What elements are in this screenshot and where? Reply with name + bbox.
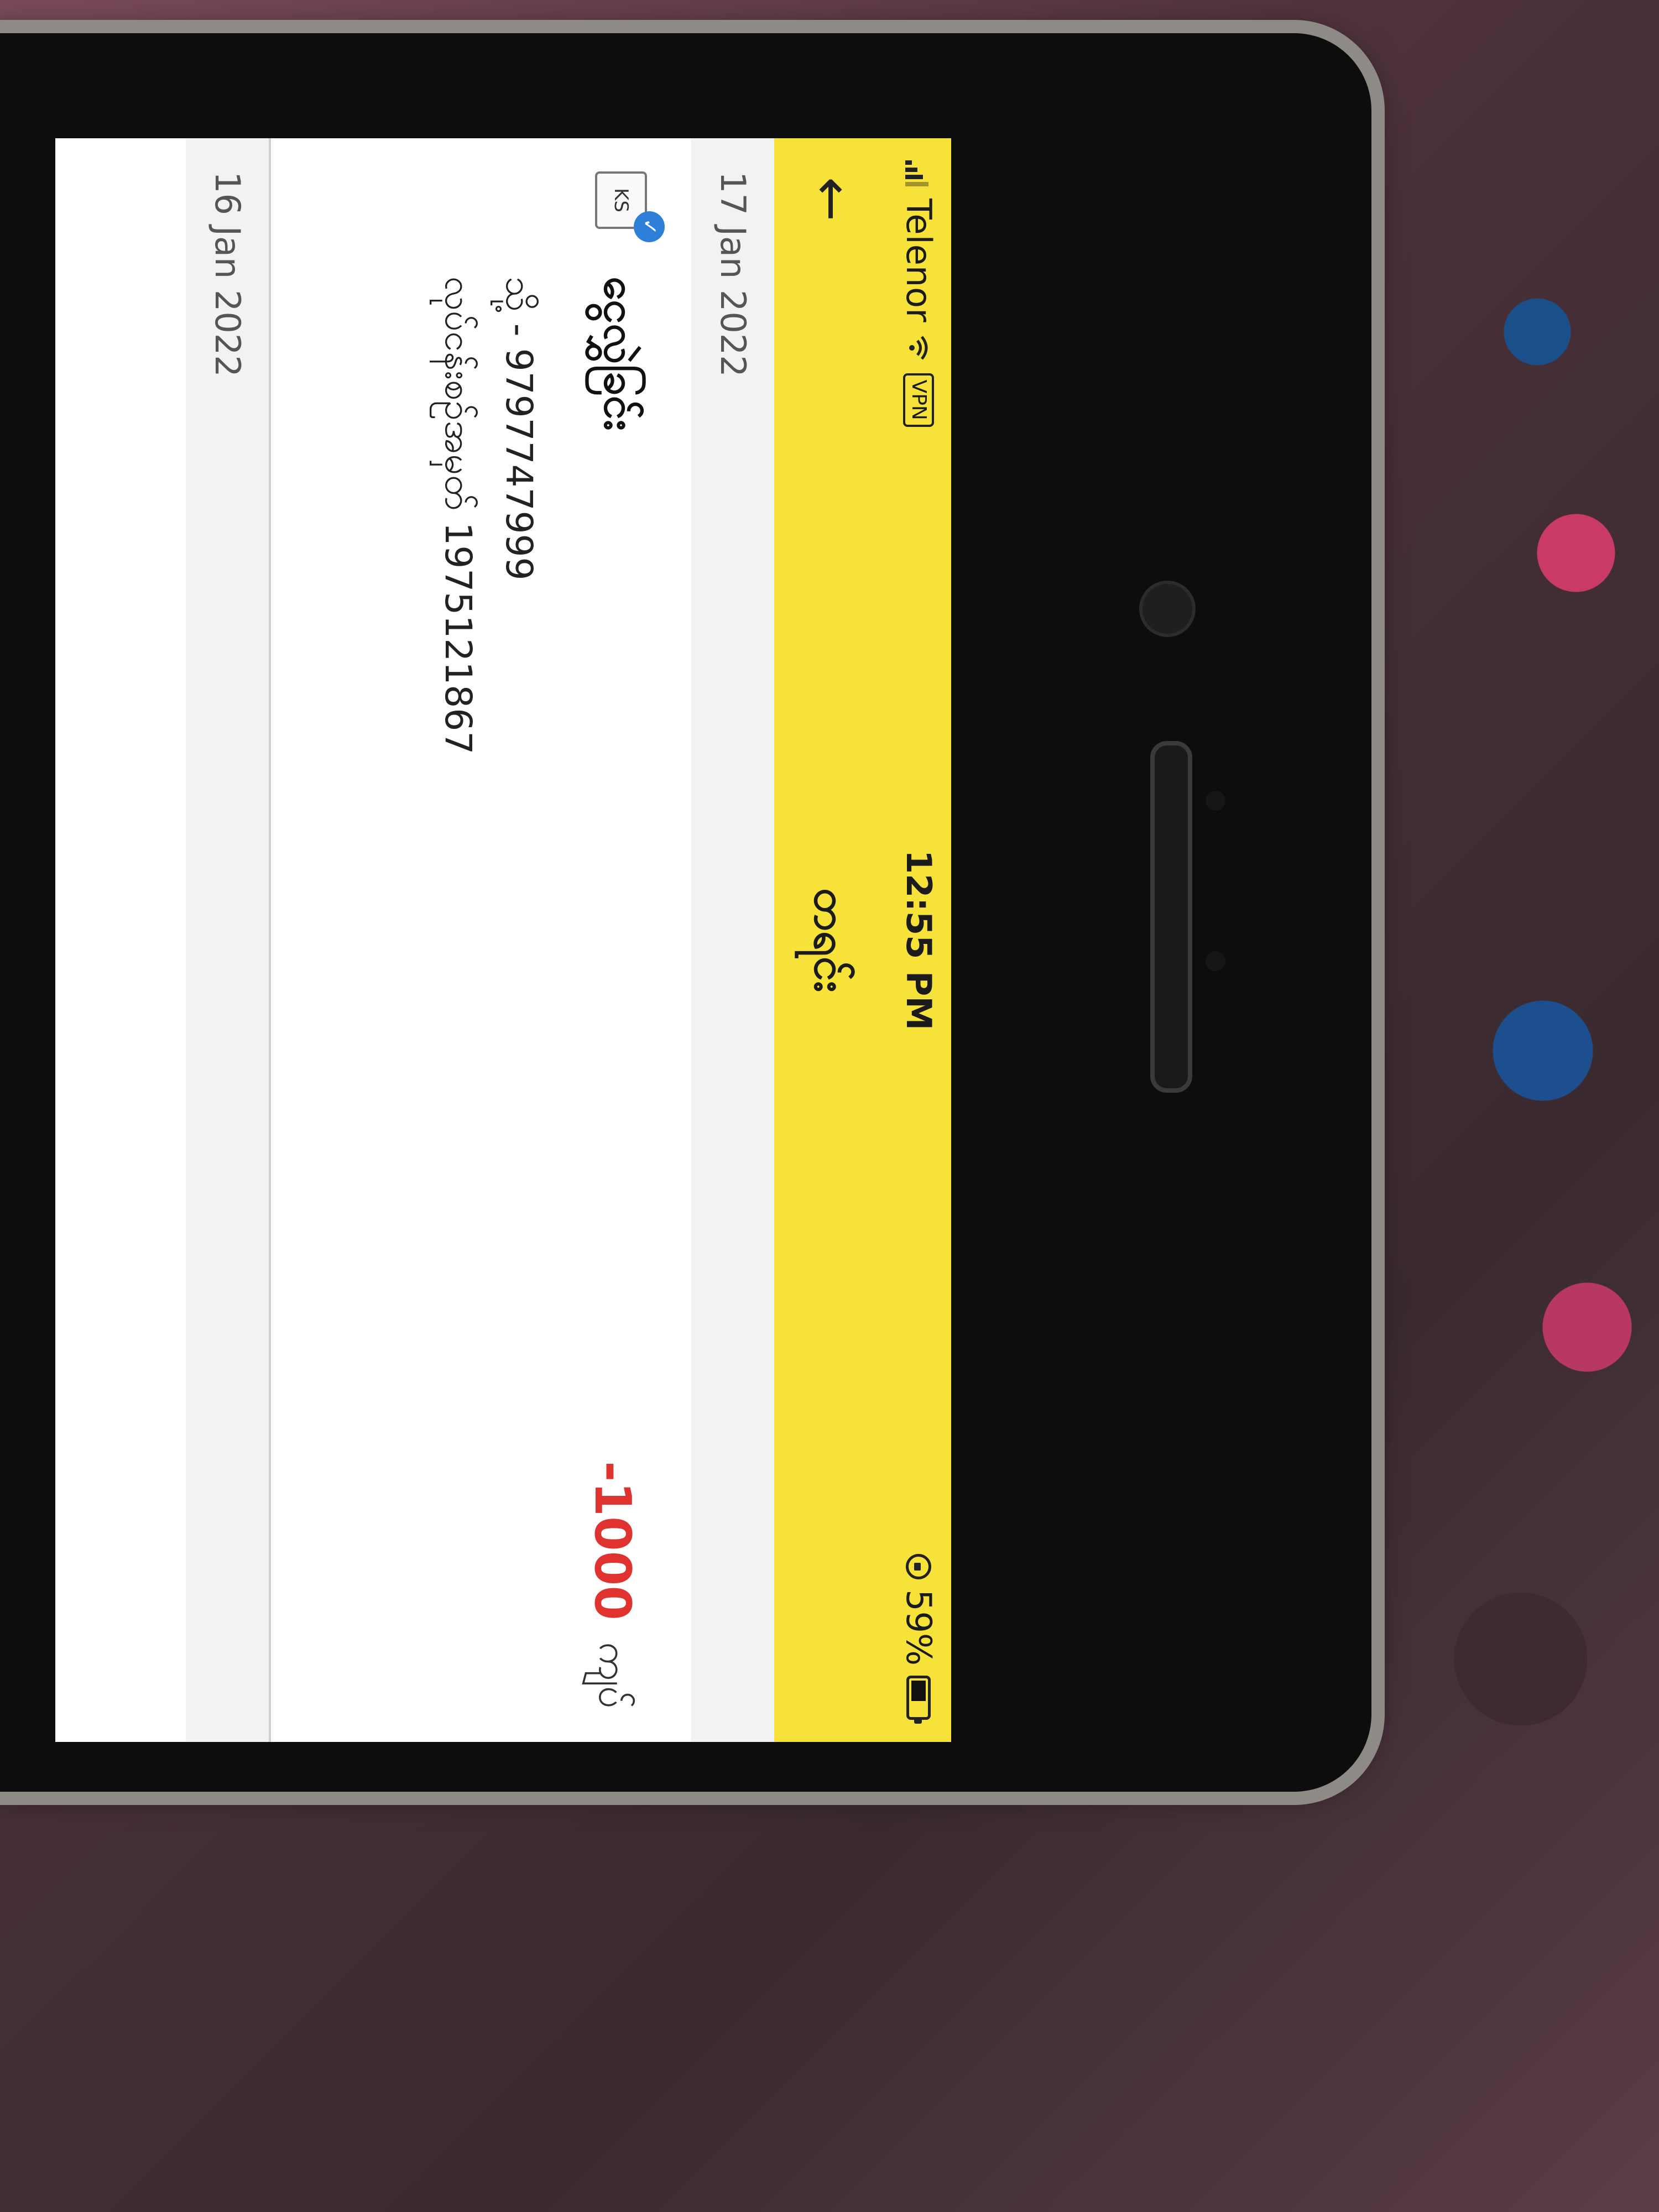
send-check-icon: ✓ [634, 211, 665, 242]
transaction-row[interactable]: KS ✓ ငွေလွှဲခြင်း -1000 ကျပ် သို့ - 9797… [269, 138, 691, 1742]
date-header: 17 Jan 2022 [691, 138, 774, 1742]
battery-percent: 59% [899, 1589, 939, 1666]
recipient-number: သို့ - 9797747999 [498, 276, 540, 581]
proximity-sensor [1206, 791, 1225, 811]
app-bar: ← တရင်း [774, 138, 890, 1742]
status-bar: Telenor VPN 12:55 PM 59% [890, 138, 951, 1742]
status-time: 12:55 PM [899, 849, 939, 1031]
phone-screen: Telenor VPN 12:55 PM 59% ← တရင်း 17 Jan … [55, 138, 951, 1742]
front-camera [1139, 581, 1196, 637]
rotation-lock-icon [906, 1554, 932, 1580]
transaction-amount: -1000 [583, 1461, 641, 1620]
date-header: 16 Jan 2022 [186, 138, 269, 1742]
battery-icon [906, 1676, 931, 1720]
light-sensor [1206, 951, 1225, 971]
battery-fill [911, 1681, 926, 1701]
page-title: တရင်း [805, 888, 856, 993]
earpiece-grille [1150, 741, 1192, 1093]
transaction-type: ငွေလွှဲခြင်း [594, 276, 644, 431]
phone-body: Telenor VPN 12:55 PM 59% ← တရင်း 17 Jan … [0, 33, 1371, 1792]
transaction-list[interactable]: 17 Jan 2022 KS ✓ ငွေလွှဲခြင်း -1000 ကျပ်… [55, 138, 774, 1742]
currency-unit: ကျပ် [590, 1642, 637, 1709]
transaction-id: လုပ်ငန်းစဉ်အမှတ် 1975121867 [437, 276, 479, 755]
